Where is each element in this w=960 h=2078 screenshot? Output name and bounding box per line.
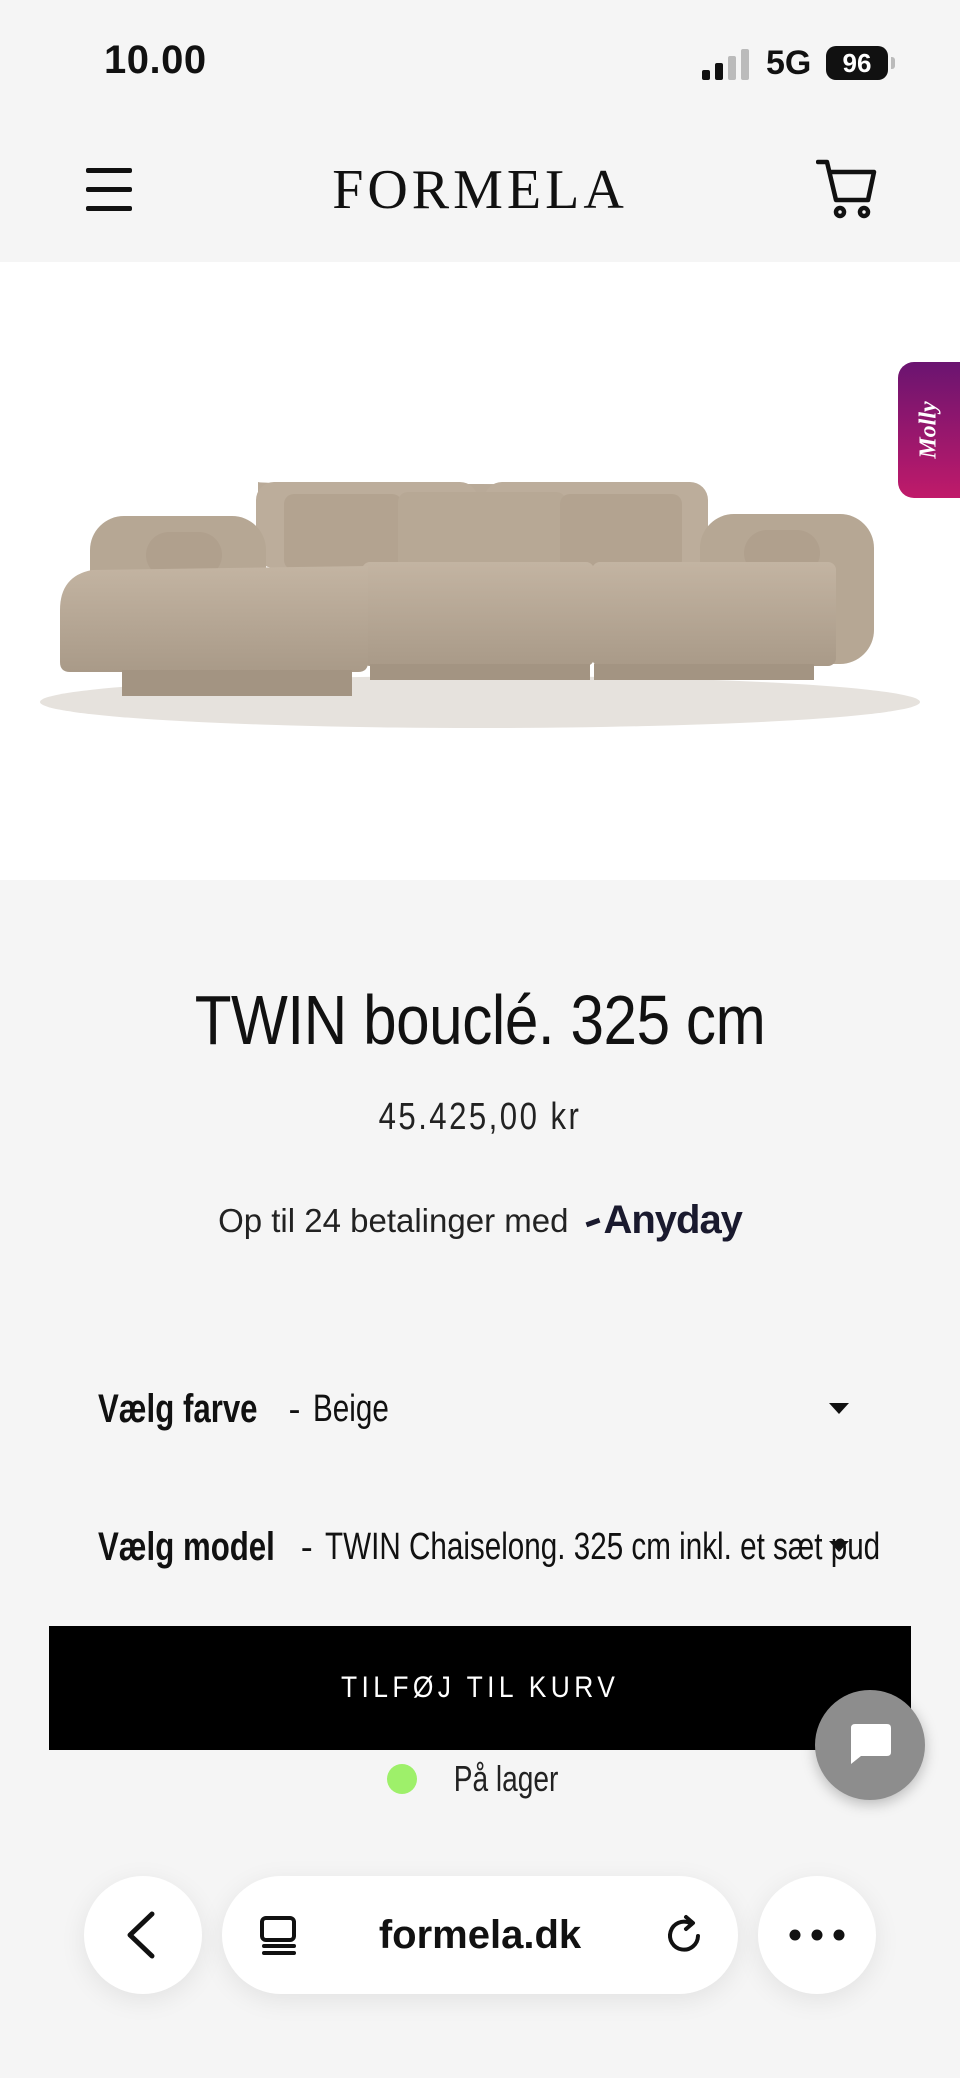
color-select[interactable]: Vælg farve - Beige [98, 1374, 858, 1444]
product-image[interactable] [0, 262, 960, 880]
network-label: 5G [766, 44, 812, 82]
chevron-down-icon [829, 1403, 849, 1414]
status-time: 10.00 [104, 38, 207, 82]
anyday-logo[interactable]: Anyday [586, 1198, 743, 1243]
molly-widget-tab[interactable]: Molly [898, 362, 960, 498]
battery-tip [891, 57, 895, 69]
hamburger-menu-icon[interactable] [86, 168, 134, 212]
stock-text: På lager [453, 1758, 559, 1799]
model-select-label: Vælg model [98, 1524, 275, 1569]
payment-text: Op til 24 betalinger med [218, 1201, 569, 1239]
more-dots-icon [789, 1929, 845, 1941]
battery-level: 96 [842, 47, 872, 78]
chat-bubble-icon [851, 1724, 891, 1764]
site-logo[interactable]: FORMELA [280, 158, 680, 222]
address-bar[interactable]: formela.dk [222, 1876, 738, 1994]
url-text[interactable]: formela.dk [222, 1876, 738, 1994]
signal-icon [702, 48, 752, 80]
add-to-cart-button[interactable]: TILFØJ TIL KURV [49, 1626, 911, 1750]
anyday-label: Anyday [603, 1198, 742, 1242]
chevron-down-icon [829, 1541, 849, 1552]
model-select-value: TWIN Chaiselong. 325 cm inkl. et sæt pud [324, 1525, 880, 1568]
chevron-left-icon [127, 1911, 155, 1959]
model-select-dash: - [300, 1526, 313, 1567]
color-select-value: Beige [312, 1387, 389, 1430]
browser-back-button[interactable] [84, 1876, 202, 1994]
product-title: TWIN bouclé. 325 cm [194, 981, 766, 1059]
reload-icon[interactable] [662, 1914, 706, 1958]
add-to-cart-label: TILFØJ TIL KURV [340, 1671, 620, 1704]
payment-info: Op til 24 betalinger med Anyday [0, 1198, 960, 1243]
chat-button[interactable] [815, 1690, 925, 1800]
stock-indicator-dot [386, 1764, 417, 1794]
browser-more-button[interactable] [758, 1876, 876, 1994]
battery-icon: 96 [826, 46, 888, 80]
color-select-label: Vælg farve [98, 1386, 258, 1431]
molly-label: Molly [915, 401, 942, 459]
product-price: 45.425,00 kr [378, 1096, 582, 1138]
model-select[interactable]: Vælg model - TWIN Chaiselong. 325 cm ink… [98, 1512, 880, 1582]
anyday-mark-icon [586, 1217, 601, 1228]
cart-icon[interactable] [815, 156, 878, 220]
color-select-dash: - [288, 1388, 301, 1429]
